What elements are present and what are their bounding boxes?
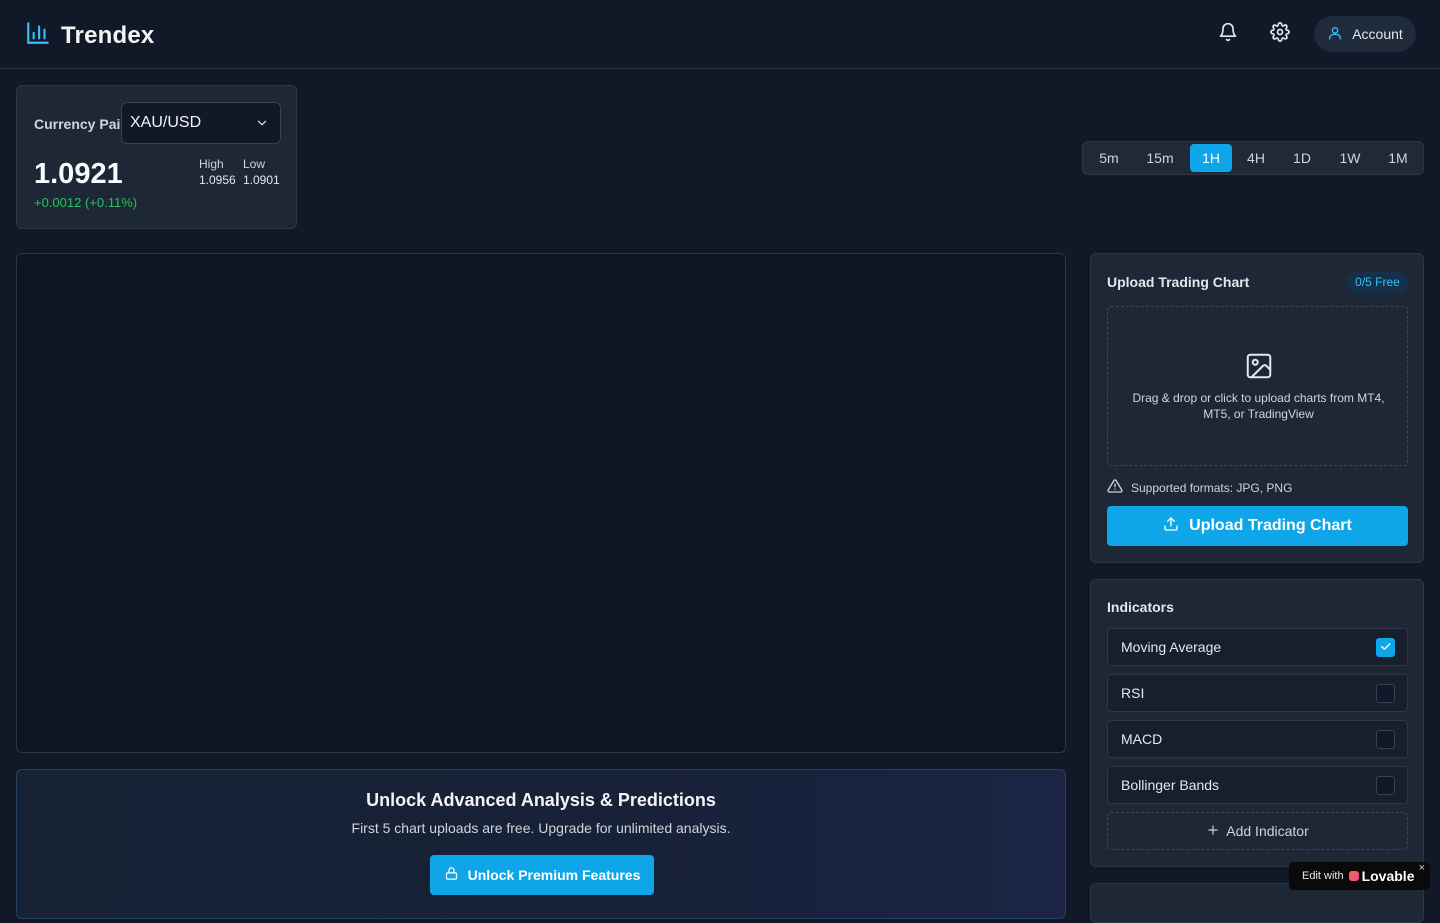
chevron-down-icon	[255, 116, 269, 130]
supported-formats-text: Supported formats: JPG, PNG	[1131, 480, 1293, 495]
price-change: +0.0012 (+0.11%)	[34, 195, 138, 210]
low-label: Low	[243, 157, 266, 171]
currency-pair-select[interactable]: XAU/USD	[121, 102, 281, 144]
timeframe-1w[interactable]: 1W	[1329, 144, 1371, 172]
upload-card: Upload Trading Chart 0/5 Free Drag & dro…	[1090, 253, 1424, 563]
unlock-premium-label: Unlock Premium Features	[467, 867, 641, 883]
lovable-logo: Lovable	[1348, 868, 1415, 884]
high-label: High	[199, 157, 224, 171]
currency-pair-card: Currency Pair XAU/USD 1.0921 +0.0012 (+0…	[16, 85, 297, 229]
lovable-heart-icon	[1348, 871, 1359, 881]
indicator-checkbox[interactable]	[1376, 730, 1395, 749]
upload-dropzone[interactable]: Drag & drop or click to upload charts fr…	[1107, 306, 1408, 466]
indicator-label: RSI	[1121, 685, 1145, 701]
currency-pair-value: XAU/USD	[130, 114, 202, 131]
timeframe-1h[interactable]: 1H	[1190, 144, 1232, 172]
account-button[interactable]: Account	[1314, 16, 1416, 52]
indicator-moving-average[interactable]: Moving Average	[1107, 628, 1408, 666]
edit-with-text: Edit with	[1302, 870, 1344, 882]
logo[interactable]: Trendex	[25, 20, 154, 51]
indicators-title: Indicators	[1107, 599, 1174, 615]
upload-chart-label: Upload Trading Chart	[1189, 517, 1352, 534]
indicator-bollinger-bands[interactable]: Bollinger Bands	[1107, 766, 1408, 804]
account-label: Account	[1352, 26, 1403, 42]
user-icon	[1327, 25, 1343, 44]
timeframe-4h[interactable]: 4H	[1236, 144, 1276, 172]
supported-formats: Supported formats: JPG, PNG	[1107, 478, 1292, 497]
gear-icon	[1270, 21, 1290, 47]
timeframe-15m[interactable]: 15m	[1136, 144, 1184, 172]
edit-with-lovable-badge[interactable]: Edit with Lovable ×	[1289, 862, 1430, 890]
timeframe-5m[interactable]: 5m	[1089, 144, 1129, 172]
premium-promo: Unlock Advanced Analysis & Predictions F…	[16, 769, 1066, 919]
bar-chart-icon	[25, 20, 51, 51]
plus-icon	[1206, 823, 1220, 840]
indicator-label: Bollinger Bands	[1121, 777, 1220, 793]
indicator-label: MACD	[1121, 731, 1163, 747]
close-icon[interactable]: ×	[1419, 862, 1425, 874]
low-value: 1.0901	[243, 173, 280, 187]
indicators-card: Indicators Moving Average RSI MACD Bolli…	[1090, 579, 1424, 867]
indicator-checkbox[interactable]	[1376, 684, 1395, 703]
high-stat: High 1.0956	[199, 156, 236, 188]
currency-pair-label: Currency Pair	[34, 116, 126, 132]
current-price: 1.0921	[34, 158, 123, 190]
timeframe-1m[interactable]: 1M	[1377, 144, 1419, 172]
check-icon	[1379, 640, 1392, 656]
lock-icon	[444, 866, 459, 884]
lovable-brand-text: Lovable	[1361, 868, 1415, 884]
low-stat: Low 1.0901	[243, 156, 280, 188]
image-icon	[1244, 351, 1274, 381]
free-uploads-badge: 0/5 Free	[1347, 271, 1408, 293]
indicator-label: Moving Average	[1121, 639, 1222, 655]
indicator-checkbox[interactable]	[1376, 776, 1395, 795]
upload-icon	[1163, 516, 1179, 537]
top-header: Trendex Account	[0, 0, 1440, 69]
add-indicator-label: Add Indicator	[1226, 823, 1309, 839]
promo-subtitle: First 5 chart uploads are free. Upgrade …	[351, 820, 731, 836]
indicator-macd[interactable]: MACD	[1107, 720, 1408, 758]
chart-area[interactable]	[16, 253, 1066, 753]
indicator-checkbox[interactable]	[1376, 638, 1395, 657]
add-indicator-button[interactable]: Add Indicator	[1107, 812, 1408, 850]
dropzone-text: Drag & drop or click to upload charts fr…	[1132, 391, 1385, 421]
app-name: Trendex	[61, 21, 155, 49]
timeframe-1d[interactable]: 1D	[1282, 144, 1322, 172]
indicator-rsi[interactable]: RSI	[1107, 674, 1408, 712]
promo-title: Unlock Advanced Analysis & Predictions	[366, 790, 716, 810]
bell-icon	[1218, 22, 1238, 47]
timeframe-selector: 5m 15m 1H 4H 1D 1W 1M	[1082, 141, 1424, 175]
notifications-button[interactable]	[1216, 22, 1240, 46]
upload-title: Upload Trading Chart	[1107, 274, 1250, 290]
high-value: 1.0956	[199, 173, 236, 187]
upload-chart-button[interactable]: Upload Trading Chart	[1107, 506, 1408, 546]
unlock-premium-button[interactable]: Unlock Premium Features	[430, 855, 654, 895]
warning-icon	[1107, 478, 1123, 497]
settings-button[interactable]	[1268, 21, 1292, 47]
